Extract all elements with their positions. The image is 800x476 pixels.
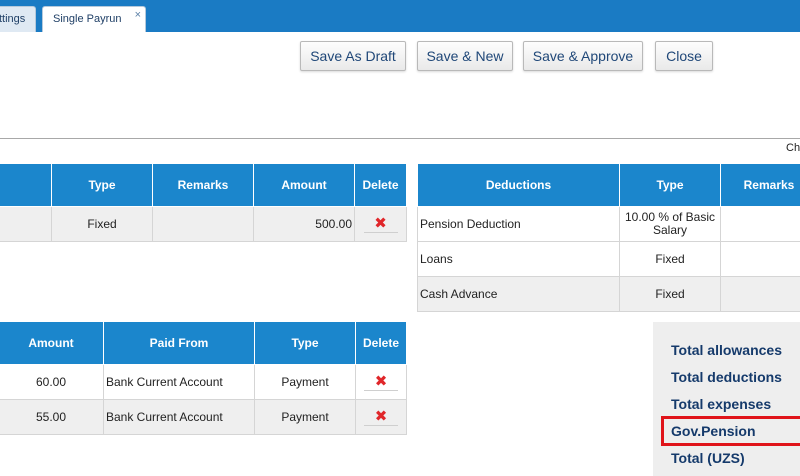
allowance-name [0,205,52,242]
expense-amount: 55.00 [0,398,104,435]
truncated-label: Ch [786,142,800,154]
tab-settings[interactable]: ttings [0,6,36,32]
delete-cell: ✖ [355,363,407,400]
table-row: Pension Deduction 10.00 % of Basic Salar… [417,205,800,242]
total-allowances-label: Total allowances [671,342,782,358]
deduction-remarks [720,205,800,242]
table-row: Fixed 500.00 ✖ [0,205,407,242]
table-row: Loans Fixed [417,240,800,277]
total-uzs-label: Total (UZS) [671,450,745,466]
deduction-name: Loans [417,240,620,277]
save-and-approve-button[interactable]: Save & Approve [523,41,643,71]
deduction-name: Pension Deduction [417,205,620,242]
deductions-table: Deductions Type Remarks Pension Deductio… [417,164,800,312]
allowance-type: Fixed [51,205,153,242]
deduction-remarks [720,240,800,277]
allowance-remarks [152,205,254,242]
column-header-type: Type [254,322,356,365]
column-header-paid-from: Paid From [103,322,255,365]
column-header-type: Type [51,164,153,207]
column-header-deductions: Deductions [417,164,620,207]
expense-type: Payment [254,398,356,435]
column-header-amount: Amount [253,164,355,207]
expense-paid-from: Bank Current Account [103,363,255,400]
close-icon[interactable]: × [135,9,141,21]
tab-bar: ttings Single Payrun × [0,0,800,32]
column-header-remarks: Remarks [152,164,254,207]
save-as-draft-button[interactable]: Save As Draft [300,41,406,71]
total-expenses-label: Total expenses [671,396,772,412]
column-header-delete: Delete [355,322,407,365]
highlight-box [661,416,800,446]
deduction-type: 10.00 % of Basic Salary [619,205,721,242]
tab-single-payrun[interactable]: Single Payrun × [42,6,146,32]
delete-icon[interactable]: ✖ [363,215,398,233]
table-row: 55.00 Bank Current Account Payment ✖ [0,398,407,435]
save-and-new-button[interactable]: Save & New [417,41,513,71]
column-header-remarks: Remarks [720,164,800,207]
totals-panel: Total allowances Total deductions Total … [653,322,800,476]
delete-icon[interactable]: ✖ [364,408,398,426]
expense-type: Payment [254,363,356,400]
expense-amount: 60.00 [0,363,104,400]
deduction-type: Fixed [619,240,721,277]
deduction-name: Cash Advance [417,275,620,312]
delete-icon[interactable]: ✖ [364,373,398,391]
allowance-amount: 500.00 [253,205,355,242]
divider [0,138,800,139]
tab-label: ttings [0,13,26,25]
column-header-type: Type [619,164,721,207]
deduction-remarks [720,275,800,312]
tab-label: Single Payrun [53,13,122,25]
column-header [0,164,52,207]
expenses-table: Amount Paid From Type Delete 60.00 Bank … [0,322,407,435]
column-header-amount: Amount [0,322,104,365]
column-header-delete: Delete [354,164,407,207]
total-deductions-label: Total deductions [671,369,782,385]
delete-cell: ✖ [355,398,407,435]
table-row: 60.00 Bank Current Account Payment ✖ [0,363,407,400]
delete-cell: ✖ [354,205,407,242]
allowances-table: Type Remarks Amount Delete Fixed 500.00 … [0,164,407,242]
close-button[interactable]: Close [655,41,713,71]
expense-paid-from: Bank Current Account [103,398,255,435]
table-row: Cash Advance Fixed [417,275,800,312]
deduction-type: Fixed [619,275,721,312]
